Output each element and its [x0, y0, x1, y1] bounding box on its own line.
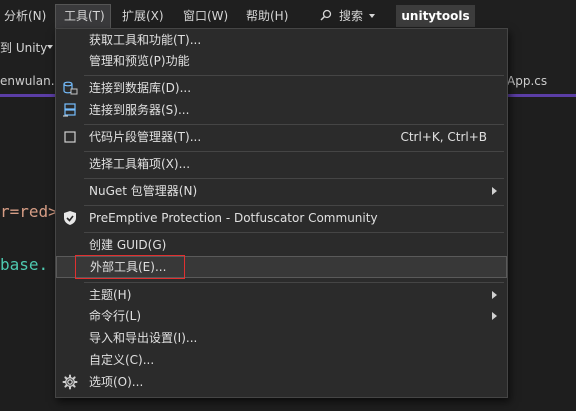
- menu-item-label: NuGet 包管理器(N): [89, 184, 198, 198]
- gear-icon: [62, 374, 78, 390]
- menu-item-label: 命令行(L): [89, 309, 142, 323]
- server-connect-icon: [63, 103, 76, 117]
- menu-item-nuget[interactable]: NuGet 包管理器(N): [56, 180, 507, 202]
- menu-window[interactable]: 窗口(W): [183, 7, 228, 25]
- menu-item-choose-toolbox-items[interactable]: 选择工具箱项(X)...: [56, 153, 507, 175]
- submenu-arrow-icon: [492, 291, 497, 299]
- solution-name-badge: unitytools: [396, 5, 475, 27]
- shield-icon: [64, 211, 76, 225]
- tools-menu-dropdown: 获取工具和功能(T)... 管理和预览(P)功能 连接到数据库(D)... 连接…: [55, 28, 508, 398]
- menu-item-shortcut: Ctrl+K, Ctrl+B: [400, 130, 487, 144]
- menu-separator: [84, 75, 504, 76]
- menu-tools[interactable]: 工具(T): [64, 7, 105, 25]
- search-dropdown-icon[interactable]: [369, 14, 375, 18]
- tab-app-cs[interactable]: App.cs: [507, 74, 547, 88]
- submenu-arrow-icon: [492, 187, 497, 195]
- menu-separator: [84, 178, 504, 179]
- menu-separator: [84, 282, 504, 283]
- menu-item-label: 主题(H): [89, 288, 132, 302]
- menu-item-import-export-settings[interactable]: 导入和导出设置(I)...: [56, 327, 507, 349]
- search-label[interactable]: 搜索: [339, 7, 363, 25]
- checkbox-icon: [64, 131, 76, 143]
- database-connect-icon: [63, 81, 78, 95]
- code-line-2: base.: [0, 255, 49, 274]
- menu-separator: [84, 124, 504, 125]
- menu-separator: [84, 205, 504, 206]
- menu-item-connect-database[interactable]: 连接到数据库(D)...: [56, 77, 507, 99]
- menu-item-command-line[interactable]: 命令行(L): [56, 305, 507, 327]
- menu-item-theme[interactable]: 主题(H): [56, 284, 507, 306]
- menu-item-label: 自定义(C)...: [89, 353, 155, 367]
- menu-item-label: 连接到服务器(S)...: [89, 103, 190, 117]
- debug-target-label[interactable]: 到 Unity: [0, 39, 47, 56]
- menu-item-manage-preview[interactable]: 管理和预览(P)功能: [56, 50, 507, 72]
- tab-left-file[interactable]: enwulan.c: [0, 74, 61, 88]
- menu-item-label: PreEmptive Protection - Dotfuscator Comm…: [89, 211, 378, 225]
- menu-item-label: 管理和预览(P)功能: [89, 54, 190, 68]
- menu-item-options[interactable]: 选项(O)...: [56, 371, 507, 393]
- menu-help[interactable]: 帮助(H): [246, 7, 288, 25]
- menu-item-label: 代码片段管理器(T)...: [89, 130, 202, 144]
- menu-separator: [84, 151, 504, 152]
- menu-analyze[interactable]: 分析(N): [4, 7, 46, 25]
- menu-item-get-tools[interactable]: 获取工具和功能(T)...: [56, 29, 507, 51]
- menu-item-label: 连接到数据库(D)...: [89, 81, 192, 95]
- code-line-1: r=red>: [0, 202, 58, 221]
- menu-item-dotfuscator[interactable]: PreEmptive Protection - Dotfuscator Comm…: [56, 207, 507, 229]
- menu-extensions[interactable]: 扩展(X): [122, 7, 164, 25]
- menu-bar: 分析(N) 工具(T) 扩展(X) 窗口(W) 帮助(H) 搜索 unityto…: [0, 0, 576, 31]
- submenu-arrow-icon: [492, 312, 497, 320]
- target-dropdown-icon[interactable]: [47, 45, 53, 49]
- menu-item-connect-server[interactable]: 连接到服务器(S)...: [56, 99, 507, 121]
- menu-item-customize[interactable]: 自定义(C)...: [56, 349, 507, 371]
- menu-item-label: 选项(O)...: [89, 375, 144, 389]
- menu-item-label: 创建 GUID(G): [89, 238, 167, 252]
- highlight-box: [75, 255, 185, 279]
- menu-item-label: 导入和导出设置(I)...: [89, 331, 198, 345]
- menu-item-label: 获取工具和功能(T)...: [89, 33, 202, 47]
- menu-item-snippet-manager[interactable]: 代码片段管理器(T)... Ctrl+K, Ctrl+B: [56, 126, 507, 148]
- menu-separator: [84, 232, 504, 233]
- menu-item-create-guid[interactable]: 创建 GUID(G): [56, 234, 507, 256]
- menu-item-label: 选择工具箱项(X)...: [89, 157, 191, 171]
- search-icon[interactable]: [320, 9, 332, 21]
